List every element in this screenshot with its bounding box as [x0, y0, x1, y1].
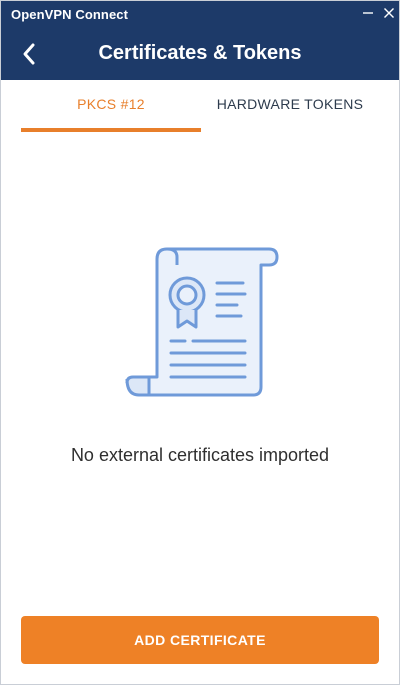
- window-title: OpenVPN Connect: [11, 7, 129, 22]
- tab-pkcs12-label: PKCS #12: [77, 96, 145, 112]
- app-window: OpenVPN Connect Certificates & Tokens PK…: [0, 0, 400, 685]
- close-button[interactable]: [380, 4, 398, 22]
- title-bar: OpenVPN Connect: [1, 1, 399, 28]
- active-tab-indicator: [21, 128, 201, 132]
- page-header: Certificates & Tokens: [1, 28, 399, 80]
- page-title: Certificates & Tokens: [98, 42, 302, 64]
- tab-hardware-tokens[interactable]: HARDWARE TOKENS: [201, 80, 379, 132]
- tab-bar: PKCS #12 HARDWARE TOKENS: [1, 80, 399, 132]
- add-certificate-button[interactable]: ADD CERTIFICATE: [21, 616, 379, 664]
- tab-pkcs12[interactable]: PKCS #12: [21, 80, 201, 132]
- close-icon: [384, 8, 394, 18]
- tab-hardware-tokens-label: HARDWARE TOKENS: [216, 96, 364, 112]
- minimize-icon: [363, 12, 373, 14]
- certificate-scroll-icon: [121, 241, 281, 401]
- minimize-button[interactable]: [359, 4, 377, 22]
- empty-state-message: No external certificates imported: [70, 445, 330, 465]
